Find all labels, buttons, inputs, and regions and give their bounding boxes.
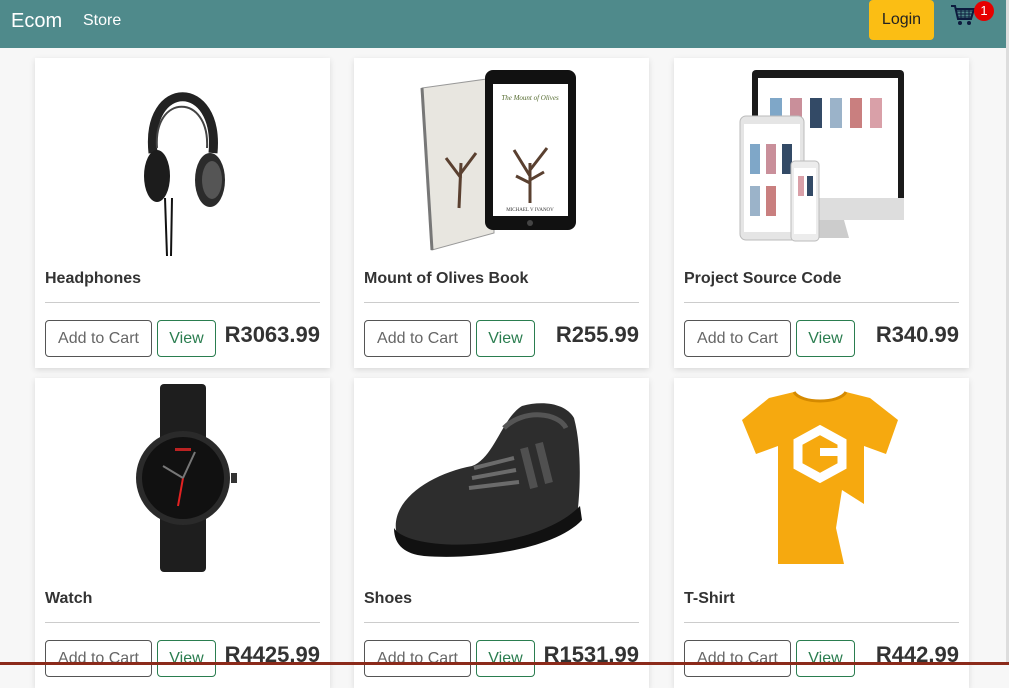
cart-count-badge: 1 <box>974 1 994 21</box>
devices-image <box>739 70 904 242</box>
product-price: R255.99 <box>555 322 639 347</box>
view-button[interactable]: View <box>157 320 216 357</box>
divider <box>364 302 639 303</box>
book-author: MICHAEL V IVANOV <box>506 208 554 213</box>
book-image: The Mount of Olives MICHAEL V IVANOV <box>420 70 576 251</box>
add-to-cart-button[interactable]: Add to Cart <box>364 640 471 677</box>
product-card: T-Shirt Add to Cart View R442.99 <box>674 378 969 688</box>
add-to-cart-button[interactable]: Add to Cart <box>45 640 152 677</box>
add-to-cart-button[interactable]: Add to Cart <box>684 320 791 357</box>
divider <box>684 302 959 303</box>
brand-logo[interactable]: Ecom <box>11 10 62 33</box>
add-to-cart-button[interactable]: Add to Cart <box>45 320 152 357</box>
product-title: Project Source Code <box>684 270 842 287</box>
product-price: R3063.99 <box>224 322 320 347</box>
divider <box>45 622 320 623</box>
divider <box>364 622 639 623</box>
product-card: Watch Add to Cart View R4425.99 <box>35 378 330 688</box>
add-to-cart-button[interactable]: Add to Cart <box>364 320 471 357</box>
product-card: The Mount of Olives MICHAEL V IVANOV Mou… <box>354 58 649 368</box>
view-button[interactable]: View <box>476 640 535 677</box>
product-title: Mount of Olives Book <box>364 270 529 287</box>
view-button[interactable]: View <box>796 640 855 677</box>
navbar: Ecom Store Login 1 <box>0 0 1009 48</box>
view-button[interactable]: View <box>476 320 535 357</box>
nav-link-store[interactable]: Store <box>83 12 121 30</box>
divider <box>684 622 959 623</box>
tshirt-image <box>742 390 898 564</box>
product-title: Watch <box>45 590 93 607</box>
product-card: Headphones Add to Cart View R3063.99 <box>35 58 330 368</box>
product-title: T-Shirt <box>684 590 735 607</box>
shoe-image <box>394 403 582 557</box>
product-title: Headphones <box>45 270 142 287</box>
product-card: Project Source Code Add to Cart View R34… <box>674 58 969 368</box>
book-cover-title: The Mount of Olives <box>501 94 559 102</box>
product-title: Shoes <box>364 590 413 607</box>
login-button[interactable]: Login <box>869 0 934 40</box>
product-price: R340.99 <box>875 322 959 347</box>
add-to-cart-button[interactable]: Add to Cart <box>684 640 791 677</box>
product-card: Shoes Add to Cart View R1531.99 <box>354 378 649 688</box>
view-button[interactable]: View <box>796 320 855 357</box>
headphones-image <box>144 92 225 257</box>
divider <box>45 302 320 303</box>
cart-icon[interactable] <box>950 4 976 26</box>
view-button[interactable]: View <box>157 640 216 677</box>
watch-image <box>136 384 237 572</box>
